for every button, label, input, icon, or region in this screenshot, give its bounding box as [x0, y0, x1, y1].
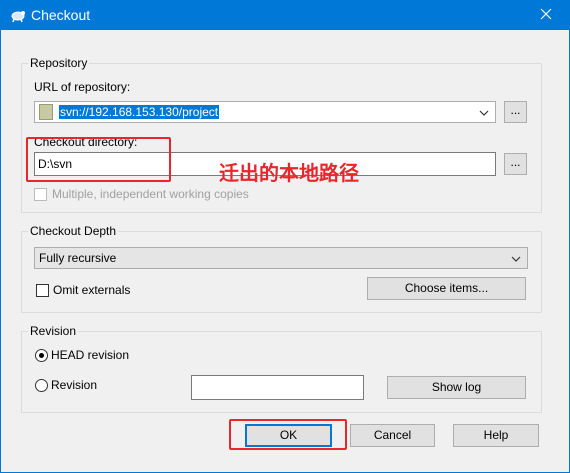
annotation-text: 迁出的本地路径	[219, 163, 359, 185]
checkout-depth-group-label: Checkout Depth	[28, 224, 119, 238]
choose-items-label: Choose items...	[404, 281, 489, 295]
chevron-down-icon	[479, 105, 489, 119]
omit-externals-checkbox[interactable]	[36, 284, 49, 297]
head-revision-radio[interactable]	[35, 349, 48, 362]
dir-browse-button[interactable]: ...	[504, 153, 527, 175]
tortoise-svn-icon	[10, 7, 26, 23]
url-browse-button[interactable]: ...	[504, 101, 527, 123]
url-value: svn://192.168.153.130/project	[59, 105, 220, 119]
url-label: URL of repository:	[34, 80, 131, 94]
title-bar[interactable]: Checkout	[1, 1, 569, 30]
close-icon	[540, 8, 552, 23]
help-label: Help	[483, 428, 509, 442]
depth-selected-value: Fully recursive	[39, 251, 117, 265]
revision-label: Revision	[51, 378, 98, 392]
multiple-wc-label: Multiple, independent working copies	[52, 187, 249, 201]
revision-group-label: Revision	[28, 324, 79, 338]
multiple-wc-checkbox[interactable]	[34, 188, 47, 201]
revision-radio[interactable]	[35, 379, 48, 392]
show-log-label: Show log	[431, 380, 482, 394]
omit-externals-label: Omit externals	[53, 283, 131, 297]
show-log-button[interactable]: Show log	[387, 376, 526, 399]
revision-group: Revision	[21, 324, 542, 413]
head-revision-label: HEAD revision	[51, 348, 130, 362]
chevron-down-icon	[511, 251, 521, 265]
cancel-button[interactable]: Cancel	[350, 424, 435, 447]
radio-selected-dot	[39, 353, 44, 358]
help-button[interactable]: Help	[453, 424, 539, 447]
revision-input[interactable]	[191, 375, 364, 400]
repository-group-label: Repository	[28, 56, 90, 70]
checkout-dir-highlight	[26, 137, 171, 182]
checkout-depth-group: Checkout Depth	[21, 224, 542, 313]
url-combobox[interactable]: svn://192.168.153.130/project	[34, 101, 496, 123]
cancel-label: Cancel	[373, 428, 412, 442]
checkout-dialog: Checkout Repository URL of repository: s…	[0, 0, 570, 473]
choose-items-button[interactable]: Choose items...	[367, 277, 526, 300]
window-title: Checkout	[31, 7, 91, 23]
depth-select[interactable]: Fully recursive	[34, 247, 528, 269]
ok-button-highlight	[229, 419, 347, 450]
repo-folder-icon	[39, 104, 53, 120]
close-button[interactable]	[523, 1, 569, 30]
